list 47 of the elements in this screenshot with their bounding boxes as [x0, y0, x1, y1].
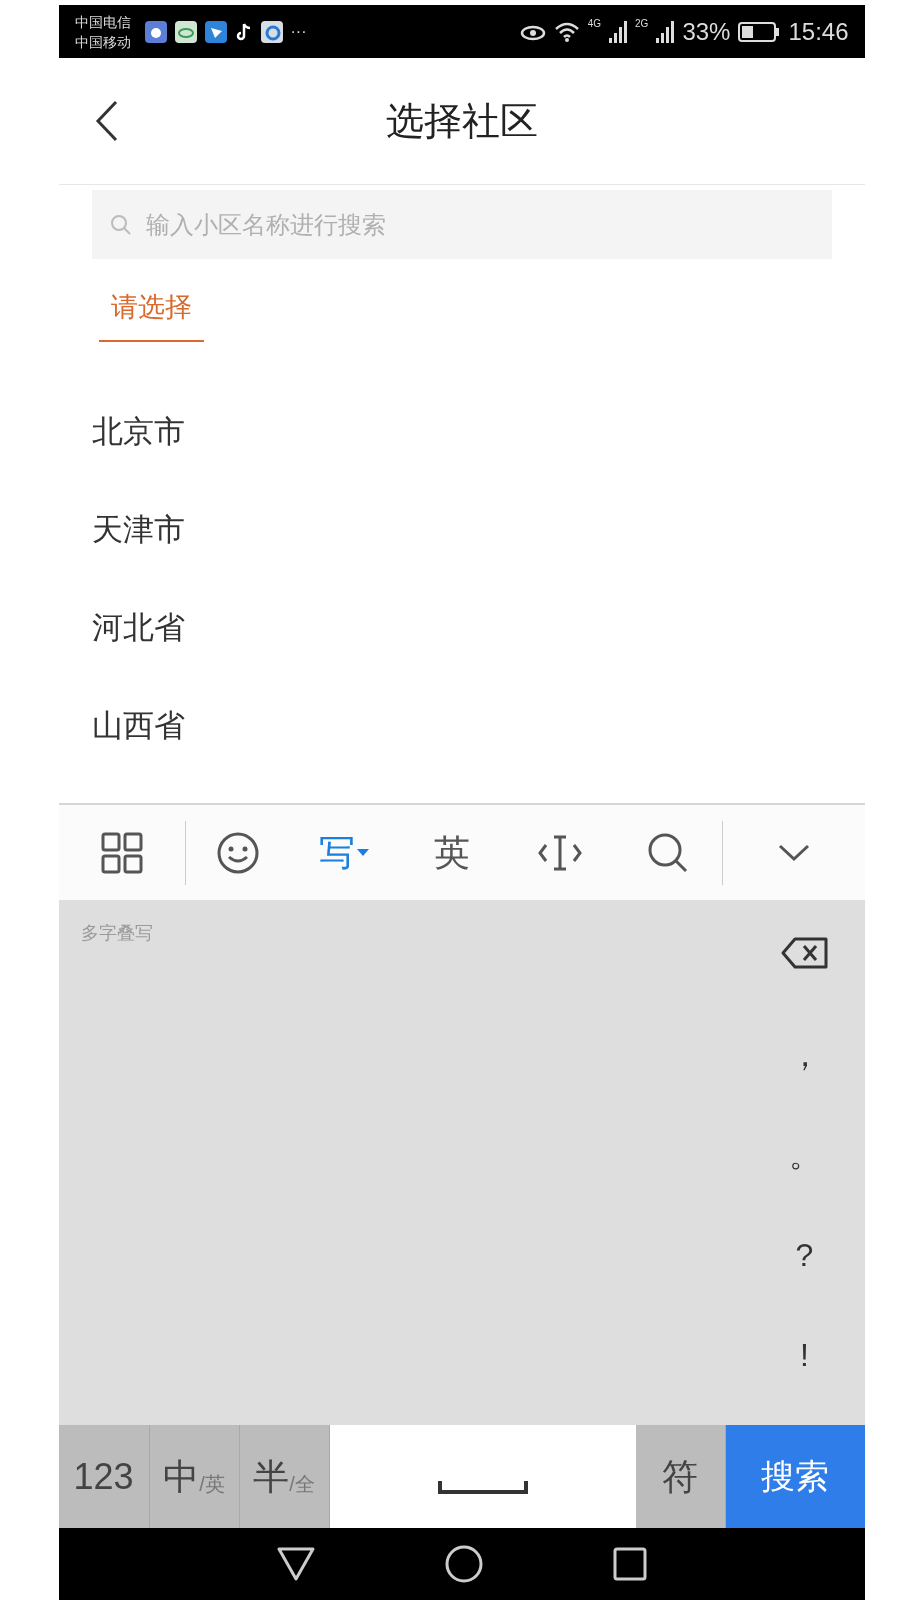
emoji-icon[interactable]: [216, 831, 259, 874]
grid-icon[interactable]: [100, 831, 143, 874]
home-circle-icon[interactable]: [444, 1545, 483, 1583]
region-item[interactable]: 天津市: [91, 507, 185, 554]
network-label: 4G: [587, 16, 602, 31]
network-label: 2G: [635, 16, 649, 31]
back-triangle-icon[interactable]: [276, 1547, 315, 1581]
region-item[interactable]: 河北省: [91, 605, 185, 652]
punctuation-key[interactable]: !: [800, 1331, 809, 1379]
battery-percent: 33%: [682, 16, 731, 47]
page-title: 选择社区: [385, 98, 538, 144]
handwriting-hint: 多字叠写: [80, 923, 153, 943]
handwriting-pad[interactable]: 多字叠写 ， 。 ? !: [58, 900, 865, 1425]
search-icon[interactable]: [646, 831, 689, 874]
collapse-icon[interactable]: [777, 843, 810, 862]
signal-icon: [656, 20, 675, 43]
signal-icon: [609, 20, 628, 43]
input-mode-button[interactable]: 英: [433, 825, 470, 880]
more-notifications: ···: [290, 21, 307, 42]
carrier-name: 中国移动: [74, 32, 132, 52]
battery-icon: [738, 21, 781, 42]
app-icon: [144, 20, 167, 43]
punctuation-key[interactable]: 。: [788, 1131, 821, 1179]
carrier-name: 中国电信: [74, 12, 132, 32]
punctuation-key[interactable]: ，: [788, 1031, 821, 1079]
keyboard-key[interactable]: 半/全: [239, 1425, 330, 1528]
search-key[interactable]: 搜索: [725, 1425, 865, 1528]
region-item[interactable]: 山西省: [91, 703, 185, 750]
space-icon: [437, 1478, 528, 1495]
app-icon: [204, 20, 227, 43]
wifi-icon: [553, 20, 580, 43]
caret-icon: [356, 848, 369, 857]
input-mode-button[interactable]: 写: [318, 825, 369, 880]
tab[interactable]: 请选择: [98, 287, 204, 342]
clock: 15:46: [788, 16, 849, 47]
recents-square-icon[interactable]: [612, 1547, 647, 1581]
keyboard-key[interactable]: 123: [58, 1425, 150, 1528]
region-item[interactable]: 北京市: [91, 409, 185, 456]
punctuation-key[interactable]: ?: [795, 1231, 814, 1279]
keyboard-key[interactable]: 符: [635, 1425, 726, 1528]
keyboard-key[interactable]: 中/英: [149, 1425, 240, 1528]
cloud-icon: [174, 20, 197, 43]
search-field[interactable]: 输入小区名称进行搜索: [91, 190, 832, 259]
app-icon: [260, 20, 283, 43]
backspace-icon[interactable]: [780, 936, 829, 969]
back-icon[interactable]: [94, 100, 119, 142]
music-note-icon: [234, 21, 253, 42]
